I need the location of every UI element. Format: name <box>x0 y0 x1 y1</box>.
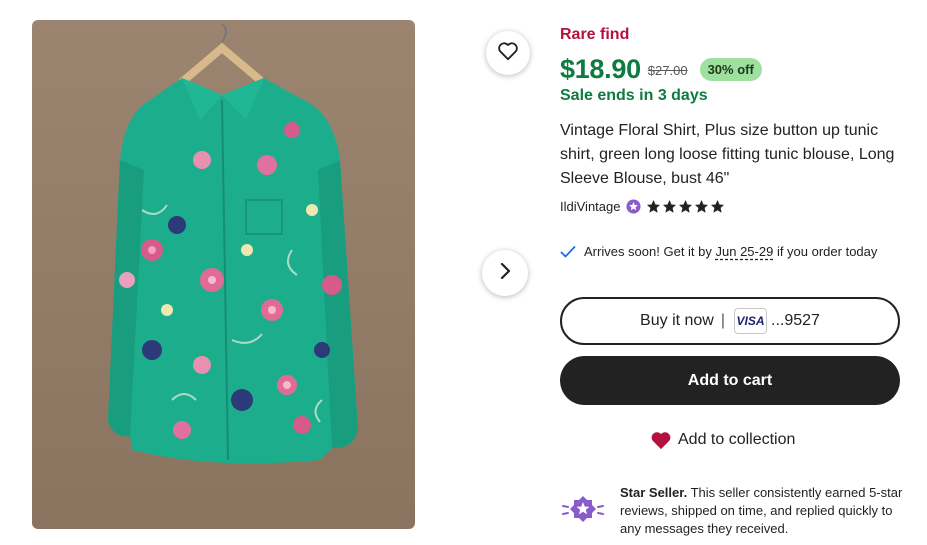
sale-price: $18.90 <box>560 54 641 84</box>
checkmark-icon <box>560 243 584 264</box>
rating-stars[interactable] <box>646 199 725 214</box>
star-seller-badge-icon <box>626 199 642 214</box>
buy-it-now-button[interactable]: Buy it now | VISA ...9527 <box>560 297 900 345</box>
sale-ends-text: Sale ends in 3 days <box>560 87 708 104</box>
star-icon <box>679 199 693 213</box>
star-seller-description: Star Seller. This seller consistently ea… <box>620 485 903 536</box>
original-price: $27.00 <box>647 63 688 78</box>
visa-card-icon: VISA <box>734 308 768 334</box>
delivery-dates[interactable]: Jun 25-29 <box>716 244 774 259</box>
add-to-collection-button[interactable]: Add to collection <box>650 430 795 450</box>
star-icon <box>663 199 677 213</box>
chevron-right-icon <box>498 262 512 285</box>
rare-find-label: Rare find <box>560 26 630 43</box>
heart-outline-icon <box>497 41 519 66</box>
delivery-text: Arrives soon! Get it by Jun 25-29 if you… <box>584 244 878 259</box>
star-icon <box>695 199 709 213</box>
star-seller-icon <box>560 484 620 538</box>
star-icon <box>647 199 661 213</box>
add-to-cart-button[interactable]: Add to cart <box>560 356 900 405</box>
delivery-estimate: Arrives soon! Get it by Jun 25-29 if you… <box>560 243 890 264</box>
product-image[interactable] <box>32 20 415 529</box>
heart-filled-icon <box>650 430 672 450</box>
discount-badge: 30% off <box>699 58 762 81</box>
next-image-button[interactable] <box>482 250 528 296</box>
seller-row: IldiVintage <box>560 199 725 214</box>
buy-it-now-label: Buy it now <box>640 312 714 329</box>
separator: | <box>720 312 726 329</box>
price-row: $18.90 $27.00 30% off <box>560 54 762 85</box>
product-title: Vintage Floral Shirt, Plus size button u… <box>560 122 895 187</box>
add-to-collection-label: Add to collection <box>678 431 796 448</box>
star-seller-info: Star Seller. This seller consistently ea… <box>560 484 905 538</box>
card-last-digits: ...9527 <box>771 312 820 329</box>
favorite-button[interactable] <box>486 31 530 75</box>
seller-name-link[interactable]: IldiVintage <box>560 199 620 214</box>
star-icon <box>711 199 725 213</box>
